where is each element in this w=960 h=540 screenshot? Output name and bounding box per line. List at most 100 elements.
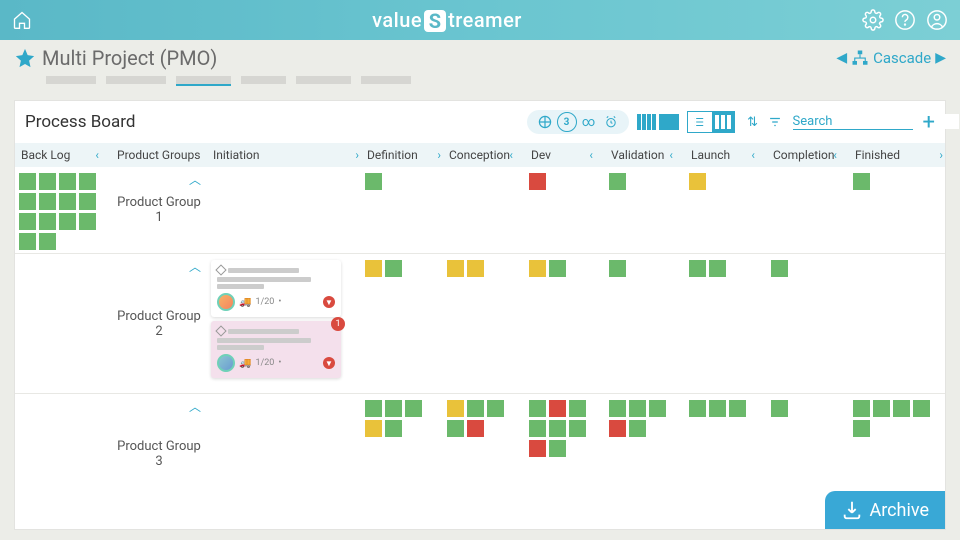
- task-tile[interactable]: [609, 420, 626, 437]
- col-product-groups[interactable]: Product Groups: [111, 143, 207, 167]
- cell-initiation[interactable]: 🚚1/20•▼ 1 🚚1/20•▼: [207, 254, 361, 393]
- backlog-cell[interactable]: [15, 167, 111, 253]
- task-tile[interactable]: [39, 213, 56, 230]
- crumb-active[interactable]: [176, 76, 231, 84]
- cell-conception[interactable]: [443, 254, 525, 393]
- collapse-icon[interactable]: ︿: [189, 171, 201, 188]
- col-launch[interactable]: Launch‹: [685, 143, 767, 167]
- solid-view-icon[interactable]: [659, 114, 679, 130]
- task-tile[interactable]: [649, 400, 666, 417]
- task-tile[interactable]: [569, 400, 586, 417]
- cell-completion[interactable]: [767, 167, 849, 253]
- collapse-icon[interactable]: ︿: [189, 398, 201, 415]
- task-tile[interactable]: [447, 260, 464, 277]
- task-tile[interactable]: [19, 213, 36, 230]
- task-tile[interactable]: [529, 440, 546, 457]
- cell-completion[interactable]: [767, 254, 849, 393]
- task-tile[interactable]: [689, 400, 706, 417]
- task-tile[interactable]: [549, 420, 566, 437]
- cell-validation[interactable]: [605, 394, 685, 513]
- task-tile[interactable]: [729, 400, 746, 417]
- cell-dev[interactable]: [525, 254, 605, 393]
- task-tile[interactable]: [365, 260, 382, 277]
- gear-icon[interactable]: [862, 9, 884, 31]
- task-tile[interactable]: [79, 173, 96, 190]
- task-tile[interactable]: [385, 400, 402, 417]
- task-tile[interactable]: [629, 400, 646, 417]
- task-tile[interactable]: [529, 420, 546, 437]
- col-conception[interactable]: Conception‹: [443, 143, 525, 167]
- crumb[interactable]: [46, 76, 96, 84]
- group-label[interactable]: ︿Product Group 3: [111, 394, 207, 513]
- alarm-icon[interactable]: [601, 112, 621, 132]
- task-tile[interactable]: [853, 173, 870, 190]
- backlog-cell-empty[interactable]: [15, 254, 111, 393]
- task-tile[interactable]: [365, 420, 382, 437]
- col-definition[interactable]: Definition›: [361, 143, 443, 167]
- task-tile[interactable]: [39, 173, 56, 190]
- task-tile[interactable]: [529, 260, 546, 277]
- group-label[interactable]: ︿Product Group 2: [111, 254, 207, 393]
- task-tile[interactable]: [59, 173, 76, 190]
- collapse-icon[interactable]: ︿: [189, 258, 201, 275]
- crumb[interactable]: [361, 76, 411, 84]
- crumb[interactable]: [241, 76, 286, 84]
- cell-dev[interactable]: [525, 167, 605, 253]
- task-card[interactable]: 🚚1/20•▼: [211, 260, 341, 317]
- task-tile[interactable]: [385, 420, 402, 437]
- user-icon[interactable]: [926, 9, 948, 31]
- cell-launch[interactable]: [685, 254, 767, 393]
- task-tile[interactable]: [487, 400, 504, 417]
- cell-finished[interactable]: [849, 254, 945, 393]
- task-tile[interactable]: [913, 400, 930, 417]
- cell-dev[interactable]: [525, 394, 605, 513]
- cascade-toggle[interactable]: ◀ Cascade ▶: [836, 49, 946, 67]
- task-tile[interactable]: [873, 400, 890, 417]
- cell-definition[interactable]: [361, 167, 443, 253]
- task-tile[interactable]: [467, 260, 484, 277]
- col-completion[interactable]: Completion‹: [767, 143, 849, 167]
- grid-view-icon[interactable]: [637, 114, 657, 130]
- col-initiation[interactable]: Initiation›: [207, 143, 361, 167]
- task-tile[interactable]: [39, 233, 56, 250]
- task-tile[interactable]: [59, 193, 76, 210]
- crumb[interactable]: [296, 76, 351, 84]
- cell-launch[interactable]: [685, 394, 767, 513]
- cell-finished[interactable]: [849, 167, 945, 253]
- star-icon[interactable]: [14, 47, 36, 69]
- task-tile[interactable]: [467, 420, 484, 437]
- task-tile[interactable]: [609, 260, 626, 277]
- cell-definition[interactable]: [361, 254, 443, 393]
- cell-conception[interactable]: [443, 167, 525, 253]
- col-finished[interactable]: Finished›: [849, 143, 945, 167]
- task-tile[interactable]: [19, 233, 36, 250]
- list-view-icon[interactable]: [688, 112, 710, 132]
- task-tile[interactable]: [447, 400, 464, 417]
- task-tile[interactable]: [529, 400, 546, 417]
- backlog-cell-empty[interactable]: [15, 394, 111, 513]
- task-tile[interactable]: [39, 193, 56, 210]
- add-button[interactable]: +: [923, 110, 935, 135]
- cell-validation[interactable]: [605, 167, 685, 253]
- cell-launch[interactable]: [685, 167, 767, 253]
- task-tile[interactable]: [385, 260, 402, 277]
- col-validation[interactable]: Validation‹: [605, 143, 685, 167]
- col-dev[interactable]: Dev‹: [525, 143, 605, 167]
- target-icon[interactable]: [535, 112, 555, 132]
- search-input-wrap[interactable]: [793, 114, 913, 130]
- crumb[interactable]: [106, 76, 166, 84]
- column-view-icon[interactable]: [712, 112, 734, 132]
- task-tile[interactable]: [549, 400, 566, 417]
- task-tile[interactable]: [853, 400, 870, 417]
- task-tile[interactable]: [569, 420, 586, 437]
- task-tile[interactable]: [79, 213, 96, 230]
- task-tile[interactable]: [365, 173, 382, 190]
- task-card[interactable]: 1 🚚1/20•▼: [211, 321, 341, 378]
- archive-button[interactable]: Archive: [825, 491, 945, 529]
- task-tile[interactable]: [689, 173, 706, 190]
- task-tile[interactable]: [893, 400, 910, 417]
- filter-icon[interactable]: [765, 112, 785, 132]
- sort-icon[interactable]: ⇅: [743, 112, 763, 132]
- task-tile[interactable]: [709, 260, 726, 277]
- cell-initiation[interactable]: [207, 394, 361, 513]
